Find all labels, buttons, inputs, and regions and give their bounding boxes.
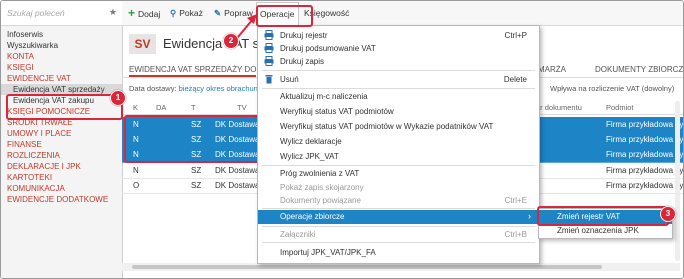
annotation-badge-2: 2 (223, 33, 239, 49)
annotation-badge-3: 3 (660, 206, 676, 222)
annotation-arrow (232, 14, 257, 44)
app-window: Szukaj poleceń ★ Infoserwis Wyszukiwarka… (0, 0, 684, 279)
annotation-badge-1: 1 (110, 90, 126, 106)
